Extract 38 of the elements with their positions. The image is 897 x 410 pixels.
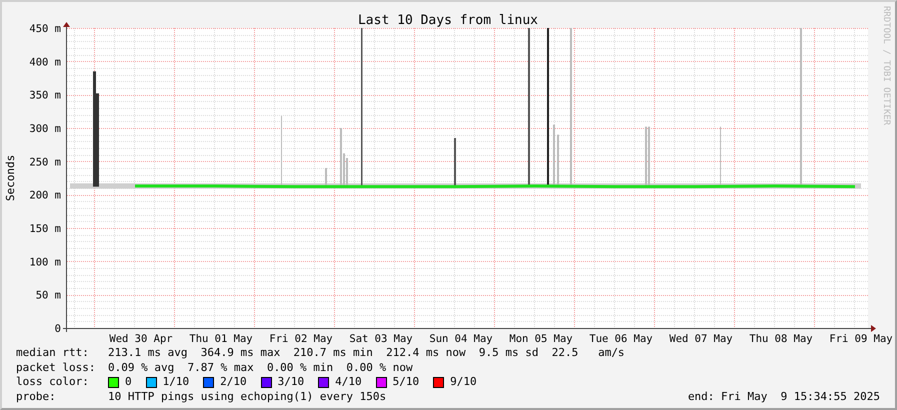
- graph-title: Last 10 Days from linux: [358, 13, 538, 28]
- y-tick-label: 100 m: [29, 256, 61, 268]
- legend-text: 3/10: [278, 375, 304, 390]
- legend-text: 213.1 ms avg 364.9 ms max 210.7 ms min 212.4 ms now 9.5 ms sd 22.5 am/s: [108, 346, 625, 360]
- legend-text: 9/10: [450, 375, 477, 390]
- y-tick-label: 250 m: [29, 156, 61, 168]
- legend-text: 0: [125, 375, 132, 390]
- x-tick-label: Mon 05 May: [509, 333, 573, 345]
- x-tick-label: Sat 03 May: [349, 333, 413, 345]
- legend-text: 4/10: [335, 375, 362, 390]
- y-axis-label: Seconds: [4, 154, 17, 202]
- x-tick-label: Wed 30 Apr: [109, 333, 173, 345]
- legend-text: 10 HTTP pings using echoping(1) every 150s: [108, 390, 386, 404]
- x-tick-label: Fri 09 May: [829, 333, 893, 345]
- legend-text: 5/10: [392, 375, 420, 390]
- y-tick-label: 150 m: [29, 223, 61, 235]
- end-time-text: end: Fri May 9 15:34:55 2025: [688, 390, 880, 404]
- legend-label: median rtt:: [16, 346, 90, 360]
- legend-label: probe:: [16, 390, 57, 404]
- y-tick-label: 400 m: [29, 56, 61, 68]
- y-tick-label: 350 m: [29, 90, 61, 102]
- legend-text: 1/10: [162, 375, 190, 390]
- legend-label: packet loss:: [16, 360, 96, 375]
- y-tick-label: 200 m: [29, 190, 61, 202]
- x-tick-label: Fri 02 May: [269, 333, 333, 345]
- credit-text: RRDTOOL / TOBI OETIKER: [881, 6, 891, 126]
- x-tick-label: Thu 01 May: [189, 333, 253, 345]
- y-tick-label: 450 m: [29, 23, 61, 35]
- legend-text: 0.09 % avg 7.87 % max 0.00 % min 0.00 % now: [108, 360, 413, 375]
- legend-text: 2/10: [220, 375, 247, 390]
- x-tick-label: Sun 04 May: [429, 333, 493, 345]
- legend-label: loss color:: [16, 375, 90, 390]
- x-tick-label: Wed 07 May: [669, 333, 733, 345]
- y-tick-label: 50 m: [36, 290, 61, 302]
- y-tick-label: 300 m: [29, 123, 61, 135]
- x-tick-label: Tue 06 May: [589, 333, 653, 345]
- x-tick-label: Thu 08 May: [749, 333, 813, 345]
- y-tick-label: 0: [54, 323, 61, 335]
